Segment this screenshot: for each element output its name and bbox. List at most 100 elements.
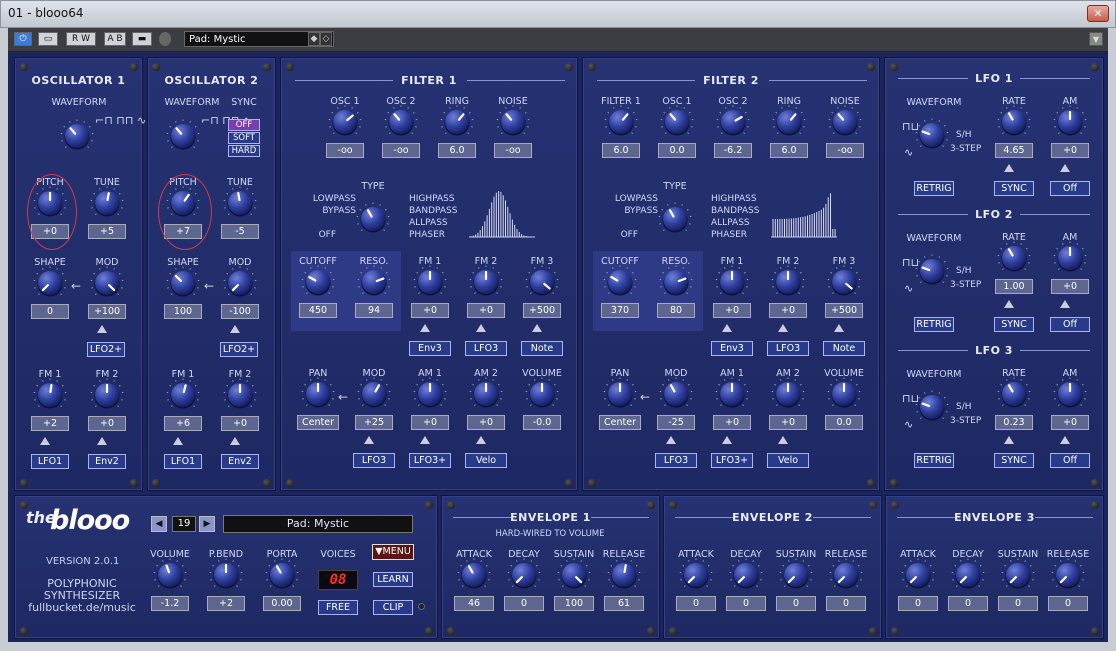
lfo1-am-value[interactable]: +0 [1051, 143, 1089, 158]
filter2-ring-knob[interactable] [772, 105, 806, 139]
lfo2-am-value[interactable]: +0 [1051, 279, 1089, 294]
settings-icon[interactable]: ▬ [132, 32, 152, 46]
filter1-am1-knob[interactable] [413, 377, 447, 411]
filter2-fm2-knob[interactable] [771, 265, 805, 299]
filter2-am1-value[interactable]: +0 [713, 415, 751, 430]
osc1-mod-source[interactable]: LFO2+ [87, 342, 125, 357]
filter1-fm1-source[interactable]: Env3 [409, 341, 451, 356]
lfo1-rate-value[interactable]: 4.65 [995, 143, 1033, 158]
env3-release-knob[interactable] [1051, 558, 1085, 592]
filter2-mod-knob[interactable] [659, 377, 693, 411]
filter1-fm1-value[interactable]: +0 [411, 303, 449, 318]
filter1-osc2-value[interactable]: -oo [382, 143, 420, 158]
env2-decay-value[interactable]: 0 [726, 596, 766, 611]
filter2-type-knob[interactable] [658, 202, 692, 236]
filter2-am2-source[interactable]: Velo [767, 453, 809, 468]
lfo3-rate-value[interactable]: 0.23 [995, 415, 1033, 430]
lfo2-rate-value[interactable]: 1.00 [995, 279, 1033, 294]
filter1-ring-knob[interactable] [440, 105, 474, 139]
osc2-fm2-source[interactable]: Env2 [221, 454, 259, 469]
lfo1-sync-button[interactable]: SYNC [994, 181, 1034, 196]
osc1-fm2-source[interactable]: Env2 [88, 454, 126, 469]
filter1-volume-knob[interactable] [525, 377, 559, 411]
osc2-waveform-knob[interactable] [166, 119, 200, 153]
filter1-fm3-source[interactable]: Note [521, 341, 563, 356]
filter2-fm3-source[interactable]: Note [823, 341, 865, 356]
filter1-type-knob[interactable] [356, 202, 390, 236]
preset-stepper-icon[interactable]: ◆ [308, 32, 320, 46]
host-dropdown-icon[interactable]: ▼ [1089, 32, 1103, 46]
lfo3-am-knob[interactable] [1053, 377, 1087, 411]
env1-attack-knob[interactable] [457, 558, 491, 592]
lfo1-rate-knob[interactable] [997, 105, 1031, 139]
env3-sustain-value[interactable]: 0 [998, 596, 1038, 611]
osc2-fm1-knob[interactable] [166, 378, 200, 412]
env3-release-value[interactable]: 0 [1048, 596, 1088, 611]
sync-off-option[interactable]: OFF [228, 119, 260, 131]
lfo1-retrig-button[interactable]: RETRIG [914, 181, 954, 196]
filter1-mod-knob[interactable] [357, 377, 391, 411]
env3-decay-knob[interactable] [951, 558, 985, 592]
filter2-fm2-source[interactable]: LFO3 [767, 341, 809, 356]
filter1-noise-value[interactable]: -oo [494, 143, 532, 158]
env1-sustain-value[interactable]: 100 [554, 596, 594, 611]
filter1-mod-value[interactable]: +25 [355, 415, 393, 430]
filter2-noise-value[interactable]: -oo [826, 143, 864, 158]
osc1-fm1-source[interactable]: LFO1 [31, 454, 69, 469]
filter1-pan-knob[interactable] [301, 377, 335, 411]
filter1-reso-value[interactable]: 94 [355, 303, 393, 318]
sync-hard-option[interactable]: HARD [228, 145, 260, 157]
env3-attack-value[interactable]: 0 [898, 596, 938, 611]
env3-decay-value[interactable]: 0 [948, 596, 988, 611]
filter2-filter1-knob[interactable] [604, 105, 638, 139]
filter1-am2-source[interactable]: Velo [465, 453, 507, 468]
preset-options-icon[interactable]: ◇ [320, 32, 332, 46]
osc2-mod-knob[interactable] [223, 266, 257, 300]
env2-sustain-value[interactable]: 0 [776, 596, 816, 611]
lfo2-off-button[interactable]: Off [1050, 317, 1090, 332]
master-volume-value[interactable]: -1.2 [151, 596, 189, 611]
filter2-fm2-value[interactable]: +0 [769, 303, 807, 318]
voices-display[interactable]: 08 [318, 570, 358, 590]
filter1-pan-value[interactable]: Center [297, 415, 339, 430]
filter1-fm2-source[interactable]: LFO3 [465, 341, 507, 356]
env1-decay-value[interactable]: 0 [504, 596, 544, 611]
osc1-shape-value[interactable]: 0 [31, 304, 69, 319]
filter1-ring-value[interactable]: 6.0 [438, 143, 476, 158]
filter2-am1-source[interactable]: LFO3+ [711, 453, 753, 468]
filter1-am1-value[interactable]: +0 [411, 415, 449, 430]
filter1-fm1-knob[interactable] [413, 265, 447, 299]
master-volume-knob[interactable] [153, 558, 187, 592]
filter2-am1-knob[interactable] [715, 377, 749, 411]
filter2-fm3-value[interactable]: +500 [825, 303, 863, 318]
filter1-reso-knob[interactable] [357, 265, 391, 299]
osc1-fm1-knob[interactable] [33, 378, 67, 412]
clip-button[interactable]: CLIP [373, 600, 413, 615]
env3-attack-knob[interactable] [901, 558, 935, 592]
lfo3-sync-button[interactable]: SYNC [994, 453, 1034, 468]
filter2-osc2-value[interactable]: -6.2 [714, 143, 752, 158]
free-button[interactable]: FREE [318, 600, 358, 615]
master-pbend-value[interactable]: +2 [207, 596, 245, 611]
sync-soft-option[interactable]: SOFT [228, 132, 260, 144]
filter1-am2-knob[interactable] [469, 377, 503, 411]
lfo3-am-value[interactable]: +0 [1051, 415, 1089, 430]
filter1-cutoff-value[interactable]: 450 [299, 303, 337, 318]
master-porta-value[interactable]: 0.00 [263, 596, 301, 611]
filter2-am2-value[interactable]: +0 [769, 415, 807, 430]
osc2-shape-knob[interactable] [166, 266, 200, 300]
preset-next-button[interactable]: ▶ [199, 516, 215, 532]
filter1-fm2-value[interactable]: +0 [467, 303, 505, 318]
filter2-fm1-source[interactable]: Env3 [711, 341, 753, 356]
lfo3-waveform-knob[interactable] [915, 390, 949, 424]
osc1-waveform-knob[interactable] [60, 119, 94, 153]
env1-release-value[interactable]: 61 [604, 596, 644, 611]
filter2-mod-source[interactable]: LFO3 [655, 453, 697, 468]
filter2-volume-knob[interactable] [827, 377, 861, 411]
env2-release-value[interactable]: 0 [826, 596, 866, 611]
read-write-button[interactable]: R W [66, 32, 96, 46]
filter1-osc1-value[interactable]: -oo [326, 143, 364, 158]
filter2-reso-value[interactable]: 80 [657, 303, 695, 318]
menu-button[interactable]: ▼MENU [372, 544, 414, 560]
osc1-fm1-value[interactable]: +2 [31, 416, 69, 431]
